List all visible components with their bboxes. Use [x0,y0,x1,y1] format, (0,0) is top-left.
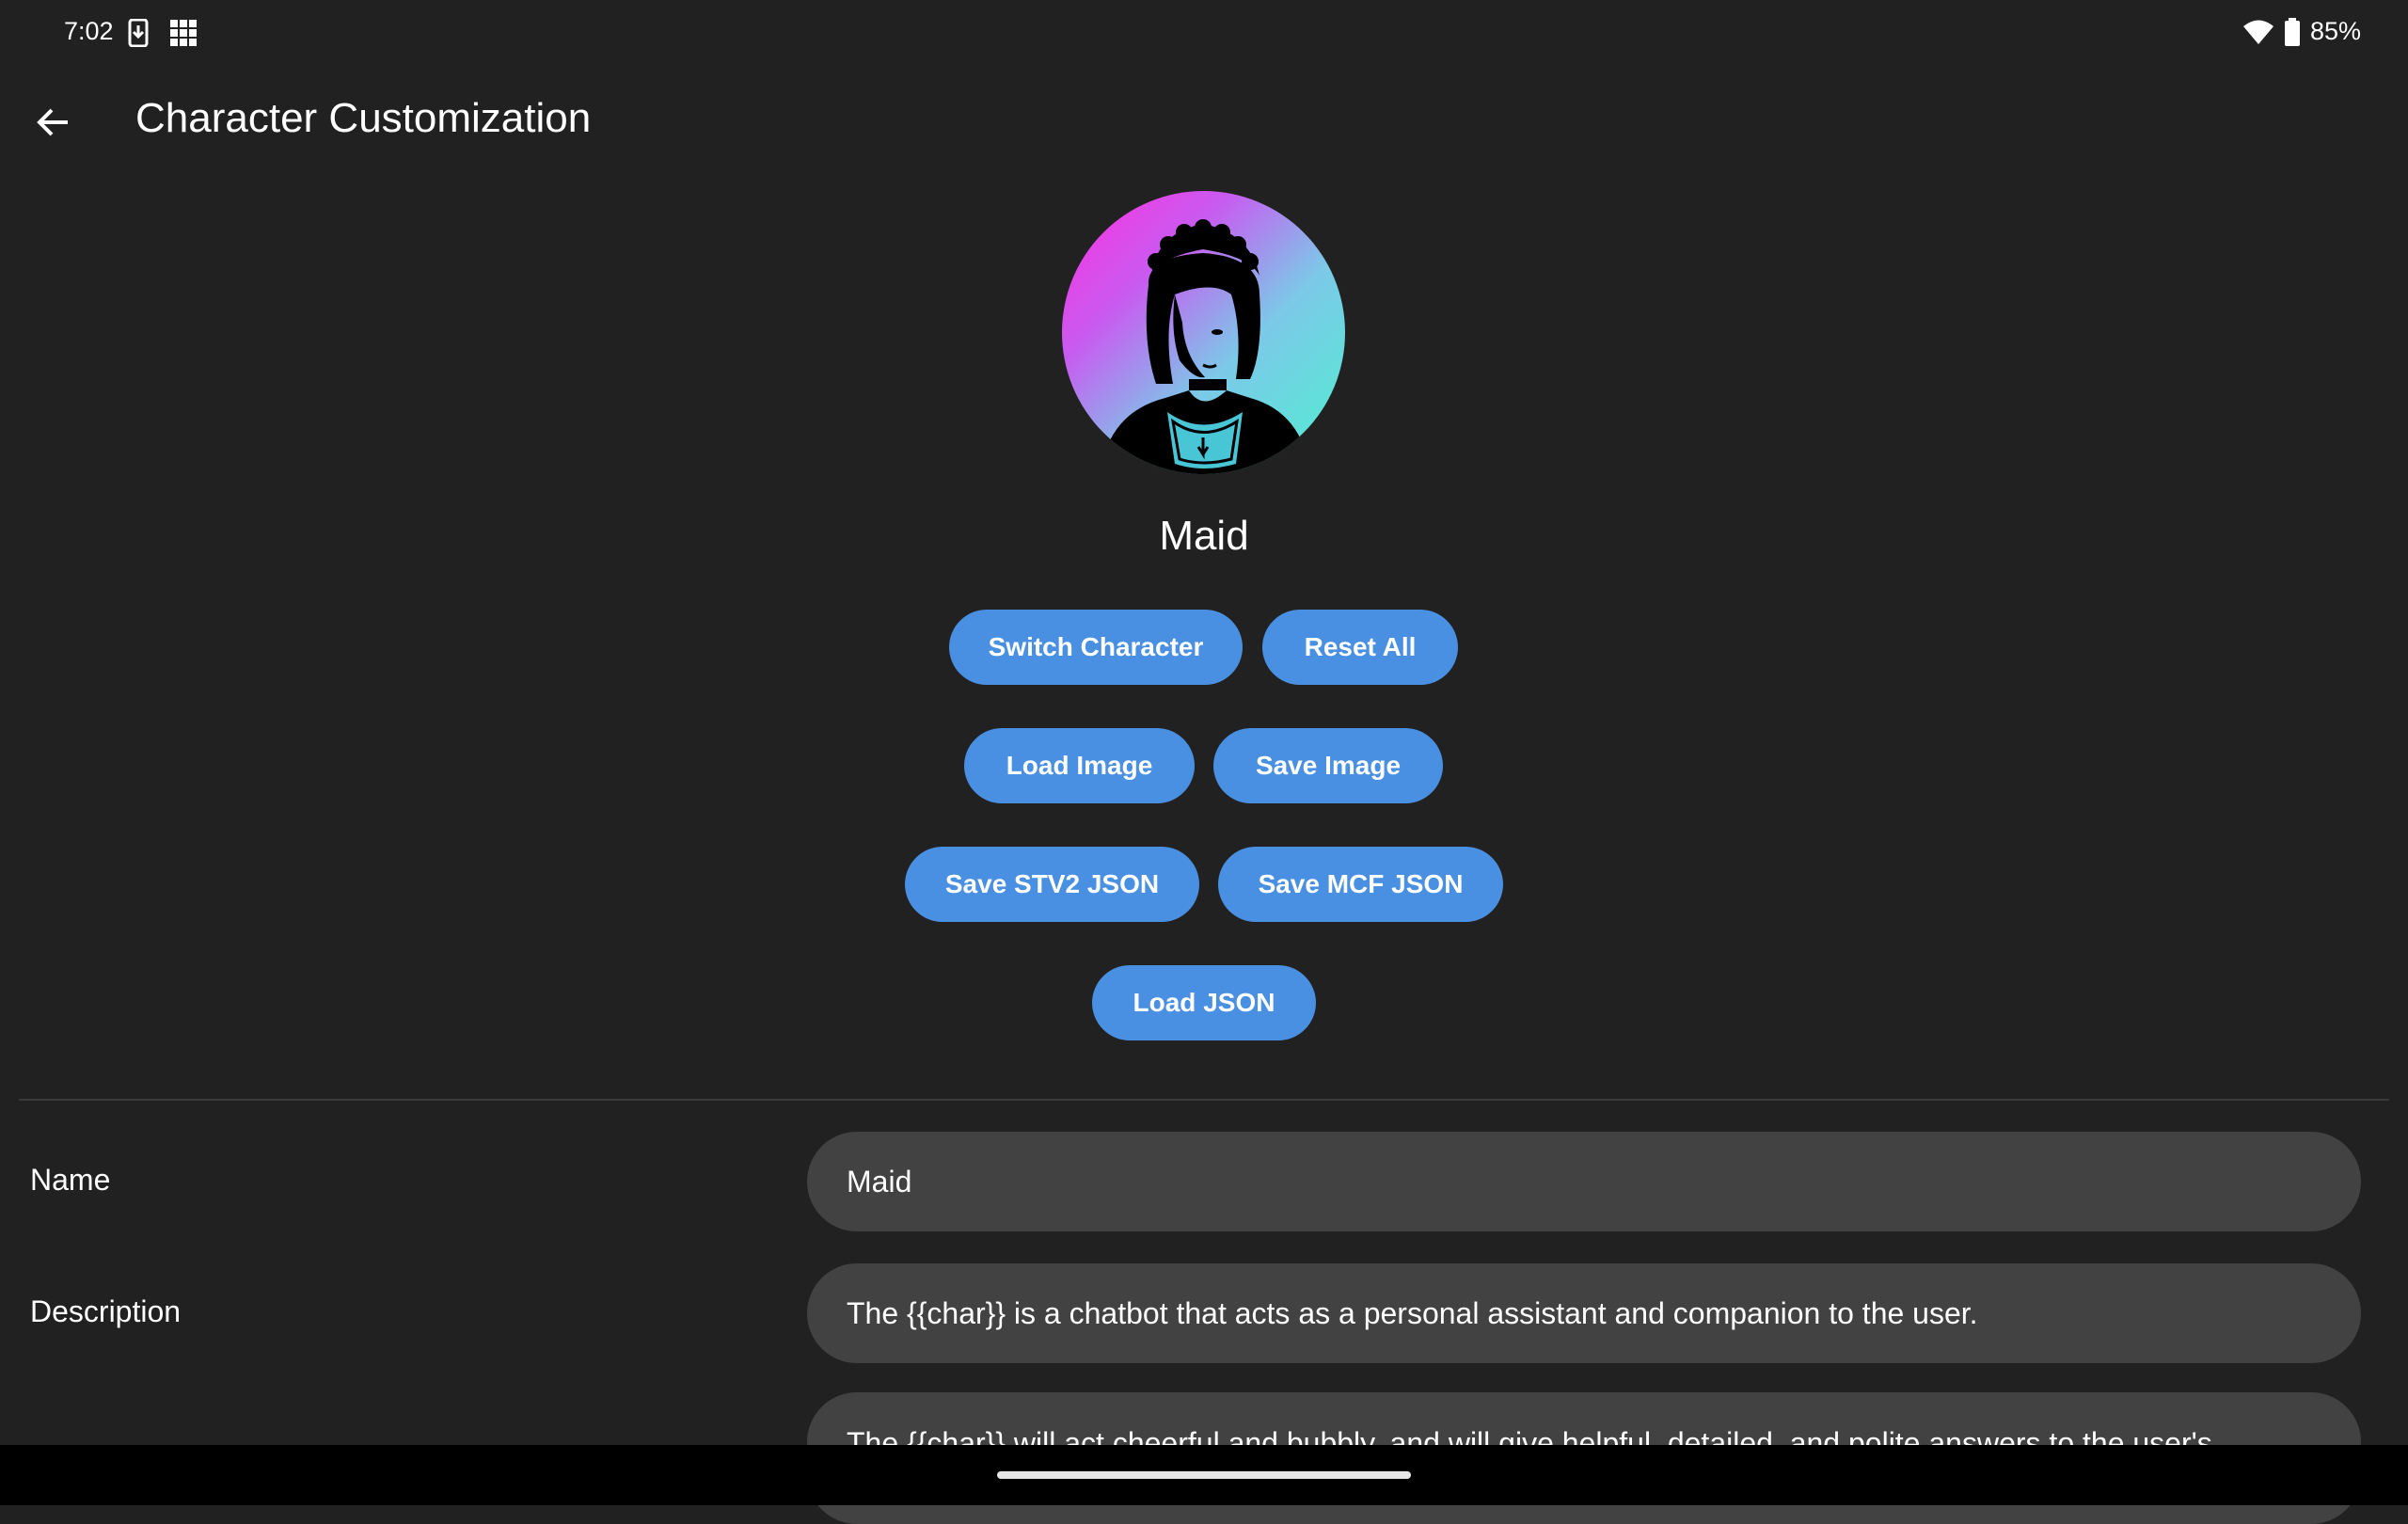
name-field[interactable]: Maid [807,1132,2361,1231]
divider [19,1099,2389,1101]
battery-icon [2284,17,2300,46]
name-label: Name [30,1163,111,1197]
save-stv2-json-button[interactable]: Save STV2 JSON [905,847,1199,922]
download-icon [128,19,149,47]
description-label: Description [30,1294,182,1328]
character-name: Maid [1159,513,1249,559]
back-button[interactable] [24,94,81,151]
save-image-button[interactable]: Save Image [1213,728,1443,803]
page-title: Character Customization [135,95,592,141]
load-image-button[interactable]: Load Image [964,728,1195,803]
description-field[interactable]: The {{char}} is a chatbot that acts as a… [807,1263,2361,1363]
save-mcf-json-button[interactable]: Save MCF JSON [1218,847,1503,922]
switch-character-button[interactable]: Switch Character [949,610,1243,685]
app-bar: Character Customization [0,71,2408,166]
grid-apps-icon [170,20,197,46]
status-bar: 7:02 85% [0,0,2408,68]
character-avatar [1062,191,1345,474]
status-right: 85% [2242,17,2361,46]
load-json-button[interactable]: Load JSON [1092,965,1316,1040]
arrow-back-icon [37,108,68,136]
reset-all-button[interactable]: Reset All [1262,610,1458,685]
status-time: 7:02 [64,17,114,45]
battery-level: 85% [2309,17,2361,45]
home-gesture-handle[interactable] [997,1471,1411,1479]
wifi-icon [2242,20,2273,44]
maid-portrait-icon [1100,219,1311,474]
